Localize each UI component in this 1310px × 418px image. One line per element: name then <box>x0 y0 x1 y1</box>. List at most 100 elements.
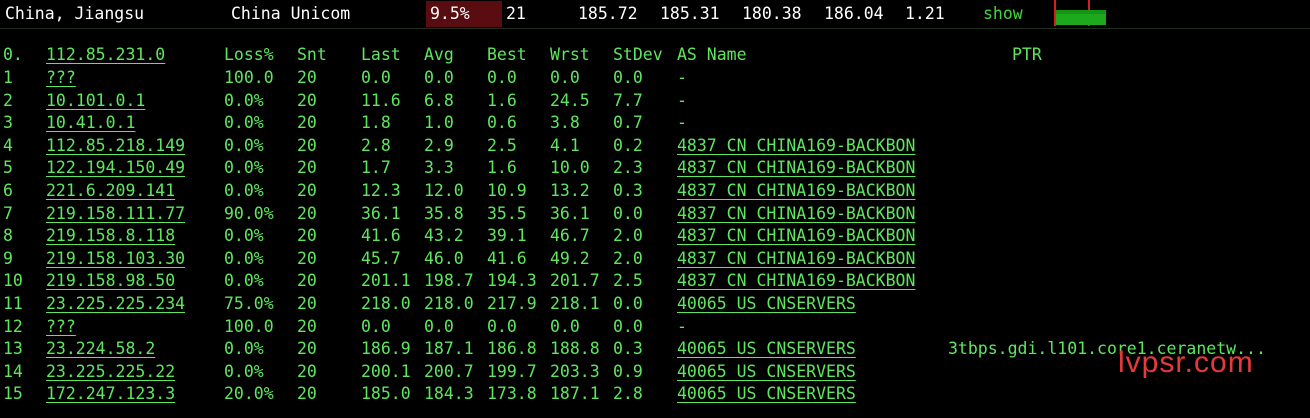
stdev-cell: 0.0 <box>613 68 643 87</box>
wrst-cell: 46.7 <box>550 226 590 246</box>
hop-number: 2 <box>3 90 13 110</box>
stdev-cell: 0.3 <box>613 181 643 200</box>
summary-bar: China, Jiangsu China Unicom 9.5% 21 185.… <box>0 0 1310 29</box>
avg-cell: 2.9 <box>424 135 454 155</box>
hop-number: 5 <box>3 158 13 178</box>
last-cell: 186.9 <box>361 339 411 359</box>
host-link[interactable]: 10.41.0.1 <box>46 112 135 134</box>
host-link[interactable]: ??? <box>46 316 76 338</box>
stdev-cell: 0.2 <box>613 135 643 155</box>
hop-number: 9 <box>3 248 13 268</box>
as-name-link[interactable]: 4837 CN CHINA169-BACKBON <box>677 135 915 157</box>
last-cell: 0.0 <box>361 316 391 336</box>
as-name-link: - <box>677 316 687 336</box>
last-cell: 201.1 <box>361 271 411 291</box>
host-link[interactable]: 122.194.150.49 <box>46 157 185 179</box>
stdev-cell: 2.8 <box>613 384 643 404</box>
stdev-cell: 0.0 <box>613 316 643 336</box>
loss-cell: 0.0% <box>224 181 264 200</box>
hop-number: 7 <box>3 203 13 223</box>
best-cell: 10.9 <box>487 181 527 200</box>
best-cell: 217.9 <box>487 294 537 313</box>
as-name-link[interactable]: 40065 US CNSERVERS <box>677 293 856 315</box>
host-link[interactable]: ??? <box>46 67 76 89</box>
best-cell: 1.6 <box>487 158 517 178</box>
snt-cell: 20 <box>297 203 317 223</box>
last-cell: 200.1 <box>361 361 411 381</box>
wrst-cell: 3.8 <box>550 113 580 133</box>
best-cell: 0.0 <box>487 68 517 87</box>
wrst-cell: 36.1 <box>550 203 590 223</box>
stdev-value: 1.21 <box>905 4 945 23</box>
as-name-link[interactable]: 4837 CN CHINA169-BACKBON <box>677 203 915 225</box>
snt-cell: 20 <box>297 271 317 291</box>
host-link[interactable]: 221.6.209.141 <box>46 180 175 202</box>
as-name-link[interactable]: 4837 CN CHINA169-BACKBON <box>677 248 915 270</box>
last-value: 185.72 <box>578 4 638 23</box>
snt-cell: 20 <box>297 361 317 381</box>
header-host[interactable]: 112.85.231.0 <box>46 44 165 66</box>
header-stdev: StDev <box>613 45 663 64</box>
loss-cell: 0.0% <box>224 271 264 291</box>
avg-cell: 6.8 <box>424 90 454 110</box>
host-link[interactable]: 219.158.111.77 <box>46 203 185 225</box>
wrst-cell: 13.2 <box>550 181 590 200</box>
avg-value: 185.31 <box>660 4 720 23</box>
snt-cell: 20 <box>297 316 317 336</box>
latency-sparkline <box>1054 0 1106 26</box>
snt-cell: 20 <box>297 113 317 133</box>
best-cell: 35.5 <box>487 203 527 223</box>
loss-cell: 0.0% <box>224 248 264 268</box>
avg-cell: 3.3 <box>424 158 454 178</box>
hop-number: 11 <box>3 294 23 313</box>
header-ptr: PTR <box>1012 45 1042 64</box>
host-link[interactable]: 219.158.98.50 <box>46 270 175 292</box>
header-snt: Snt <box>297 45 327 64</box>
avg-cell: 200.7 <box>424 361 474 381</box>
host-link[interactable]: 23.225.225.234 <box>46 293 185 315</box>
header-loss: Loss% <box>224 45 274 64</box>
snt-value: 21 <box>506 4 526 23</box>
isp-label: China Unicom <box>231 4 351 23</box>
best-cell: 2.5 <box>487 135 517 155</box>
as-name-link[interactable]: 40065 US CNSERVERS <box>677 361 856 383</box>
wrst-cell: 201.7 <box>550 271 600 291</box>
snt-cell: 20 <box>297 158 317 178</box>
last-cell: 1.8 <box>361 113 391 133</box>
as-name-link[interactable]: 4837 CN CHINA169-BACKBON <box>677 180 915 202</box>
wrst-cell: 218.1 <box>550 294 600 313</box>
snt-cell: 20 <box>297 384 317 404</box>
best-value: 180.38 <box>742 4 802 23</box>
last-cell: 12.3 <box>361 181 401 200</box>
host-link[interactable]: 23.225.225.22 <box>46 361 175 383</box>
as-name-link[interactable]: 40065 US CNSERVERS <box>677 338 856 360</box>
watermark-logo: lvpsr.com <box>1118 346 1254 379</box>
as-name-link[interactable]: 4837 CN CHINA169-BACKBON <box>677 225 915 247</box>
host-link[interactable]: 112.85.218.149 <box>46 135 185 157</box>
stdev-cell: 0.0 <box>613 203 643 223</box>
snt-cell: 20 <box>297 339 317 359</box>
wrst-value: 186.04 <box>824 4 884 23</box>
host-link[interactable]: 10.101.0.1 <box>46 90 145 112</box>
as-name-link[interactable]: 4837 CN CHINA169-BACKBON <box>677 270 915 292</box>
as-name-link[interactable]: 40065 US CNSERVERS <box>677 383 856 405</box>
spark-bar <box>1056 14 1106 25</box>
show-link[interactable]: show <box>983 4 1023 24</box>
host-link[interactable]: 172.247.123.3 <box>46 383 175 405</box>
as-name-link[interactable]: 4837 CN CHINA169-BACKBON <box>677 157 915 179</box>
host-link[interactable]: 219.158.103.30 <box>46 248 185 270</box>
host-link[interactable]: 23.224.58.2 <box>46 338 155 360</box>
stdev-cell: 0.9 <box>613 361 643 381</box>
location-label: China, Jiangsu <box>5 4 145 23</box>
host-link[interactable]: 219.158.8.118 <box>46 225 175 247</box>
wrst-cell: 203.3 <box>550 361 600 381</box>
last-cell: 218.0 <box>361 294 411 313</box>
last-cell: 0.0 <box>361 68 391 87</box>
hop-number: 10 <box>3 271 23 291</box>
stdev-cell: 0.3 <box>613 339 643 359</box>
best-cell: 41.6 <box>487 248 527 268</box>
hop-number: 14 <box>3 361 23 381</box>
last-cell: 45.7 <box>361 248 401 268</box>
header-avg: Avg <box>424 45 454 64</box>
loss-value: 9.5% <box>430 4 470 23</box>
